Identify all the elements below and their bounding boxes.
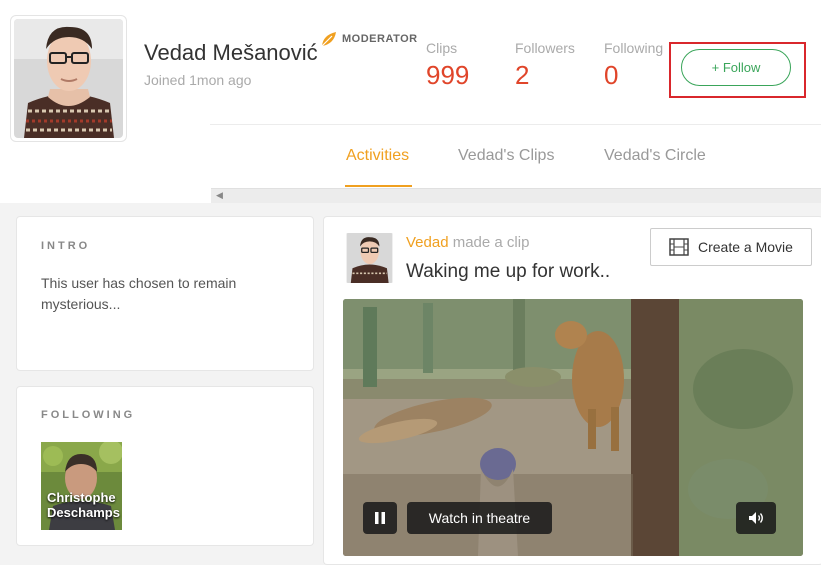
- tab-activities[interactable]: Activities: [346, 147, 409, 165]
- stat-clips-label: Clips: [426, 40, 458, 56]
- feed-action-text: made a clip: [452, 234, 530, 251]
- tabs-divider: [210, 124, 821, 125]
- video-player[interactable]: Watch in theatre: [343, 299, 803, 556]
- feed-user-link[interactable]: Vedad: [406, 234, 449, 251]
- profile-avatar[interactable]: [10, 15, 127, 142]
- following-user-name: Christophe Deschamps: [47, 490, 120, 520]
- pause-button[interactable]: [363, 502, 397, 534]
- profile-name: Vedad Mešanović: [144, 40, 318, 65]
- profile-header: Vedad Mešanović MODERATOR Joined 1mon ag…: [0, 0, 821, 203]
- create-movie-button[interactable]: Create a Movie: [650, 228, 812, 266]
- horizontal-scrollbar[interactable]: ◀: [211, 188, 821, 203]
- film-icon: [669, 238, 689, 256]
- moderator-leaf-icon: [321, 32, 336, 47]
- stat-clips-value: 999: [426, 60, 470, 90]
- avatar-photo: [14, 19, 123, 138]
- following-user-name-line2: Deschamps: [47, 505, 120, 520]
- stat-clips[interactable]: Clips 999: [426, 40, 469, 91]
- active-tab-underline: [345, 185, 412, 187]
- stat-followers[interactable]: Followers 2: [515, 40, 575, 91]
- moderator-badge-label: MODERATOR: [342, 33, 418, 45]
- intro-heading: INTRO: [41, 240, 91, 252]
- following-user-name-line1: Christophe: [47, 490, 116, 505]
- following-card: FOLLOWING Christophe Deschamps: [16, 386, 314, 546]
- tab-clips[interactable]: Vedad's Clips: [458, 147, 554, 165]
- feed-user-avatar[interactable]: [345, 233, 394, 283]
- following-heading: FOLLOWING: [41, 409, 136, 421]
- tab-circle[interactable]: Vedad's Circle: [604, 147, 706, 165]
- volume-button[interactable]: [736, 502, 776, 534]
- feed-item-header: Vedad made a clip: [406, 234, 529, 251]
- following-user-thumbnail[interactable]: Christophe Deschamps: [41, 442, 122, 530]
- create-movie-label: Create a Movie: [698, 239, 793, 255]
- scroll-left-arrow-icon[interactable]: ◀: [216, 190, 223, 201]
- follow-button[interactable]: + Follow: [681, 49, 791, 86]
- volume-icon: [749, 512, 763, 524]
- stat-following-label: Following: [604, 40, 664, 56]
- activity-feed-item: Vedad made a clip Waking me up for work.…: [323, 216, 821, 565]
- stat-following[interactable]: Following 0: [604, 40, 663, 91]
- clip-title[interactable]: Waking me up for work..: [406, 261, 610, 283]
- pause-icon: [375, 512, 385, 524]
- stat-following-value: 0: [604, 60, 619, 90]
- watch-in-theatre-button[interactable]: Watch in theatre: [407, 502, 552, 534]
- stat-followers-value: 2: [515, 60, 530, 90]
- moderator-badge: MODERATOR: [320, 30, 418, 48]
- intro-text: This user has chosen to remain mysteriou…: [41, 275, 237, 312]
- stat-followers-label: Followers: [515, 40, 575, 56]
- intro-card: INTRO This user has chosen to remain mys…: [16, 216, 314, 371]
- joined-date: Joined 1mon ago: [144, 72, 252, 88]
